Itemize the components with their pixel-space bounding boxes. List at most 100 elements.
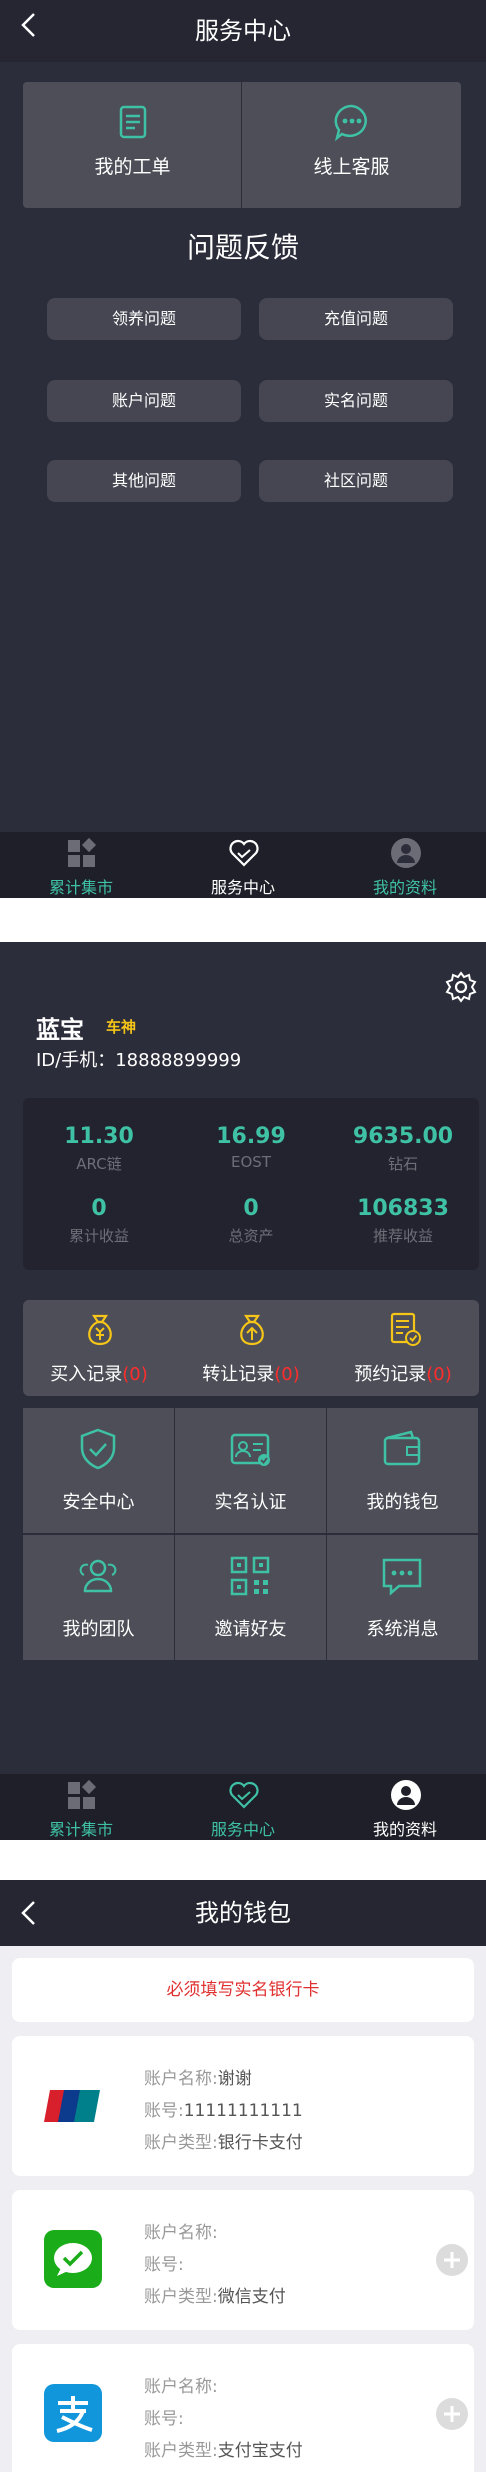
tab-my-profile-label: 我的资料 — [372, 878, 437, 897]
message-icon — [382, 1558, 422, 1596]
account-card-alipay[interactable]: 账户名称: 账号: 账户类型:支付宝支付 — [12, 2344, 474, 2472]
account-type-row: 账户类型:银行卡支付 — [144, 2128, 303, 2153]
tab-service-center-label: 服务中心 — [210, 1820, 275, 1839]
unionpay-logo — [44, 2090, 100, 2122]
tab-market-label: 累计集市 — [48, 878, 113, 897]
heart-service-icon — [229, 839, 259, 867]
page-title: 服务中心 — [195, 17, 291, 45]
stat-value: 9635.00 — [352, 1124, 454, 1149]
feedback-recharge-button[interactable]: 充值问题 — [259, 298, 453, 340]
real-name-auth-label: 实名认证 — [214, 1492, 287, 1513]
tab-my-profile[interactable]: 我的资料 — [324, 1774, 486, 1840]
account-card-wechat[interactable]: 账户名称: 账号: 账户类型:微信支付 — [12, 2190, 474, 2330]
add-circle-icon[interactable] — [436, 2398, 468, 2430]
clipboard-check-icon — [390, 1312, 421, 1346]
assets-stats-card: 11.30 ARC链 16.99 EOST 9635.00 钻石 0 累计收益 … — [23, 1098, 479, 1270]
record-count: (0) — [274, 1364, 300, 1385]
feedback-realname-button[interactable]: 实名问题 — [259, 380, 453, 422]
records-card: 买入记录(0) 转让记录(0) 预约记录(0) — [23, 1300, 479, 1396]
account-type-label: 账户类型: — [144, 2441, 218, 2461]
purchase-records-label: 买入记录(0) — [23, 1360, 175, 1386]
tab-service-center-label: 服务中心 — [210, 878, 275, 897]
my-profile-screen: 蓝宝 车神 ID/手机：18888899999 11.30 ARC链 16.99… — [0, 942, 486, 1840]
stat-value: 16.99 — [216, 1124, 286, 1149]
my-wallet-button[interactable]: 我的钱包 — [327, 1408, 478, 1533]
feedback-community-button[interactable]: 社区问题 — [259, 460, 453, 502]
market-icon — [68, 837, 97, 867]
stat-label: 钻石 — [387, 1155, 418, 1173]
tab-service-center[interactable]: 服务中心 — [162, 832, 324, 898]
feedback-account-button[interactable]: 账户问题 — [47, 380, 241, 422]
account-type-value: 微信支付 — [217, 2287, 286, 2307]
chat-bubble-icon — [334, 104, 367, 142]
bank-card-notice: 必须填写实名银行卡 — [12, 1958, 474, 2022]
stat-value: 106833 — [357, 1196, 449, 1221]
id-card-icon — [230, 1433, 270, 1466]
account-number-label: 账号: — [144, 2101, 184, 2121]
my-wallet-label: 我的钱包 — [366, 1492, 439, 1513]
record-label-text: 买入记录 — [50, 1364, 123, 1385]
shield-check-icon — [80, 1428, 116, 1470]
reservation-records-button[interactable]: 预约记录(0) — [327, 1300, 479, 1396]
team-icon — [79, 1559, 117, 1593]
my-team-button[interactable]: 我的团队 — [23, 1535, 174, 1660]
tab-service-center[interactable]: 服务中心 — [162, 1774, 324, 1840]
account-number-row: 账号:11111111111 — [144, 2096, 303, 2121]
my-tickets-label: 我的工单 — [94, 156, 171, 178]
ticket-icon — [119, 105, 147, 139]
feedback-other-button[interactable]: 其他问题 — [47, 460, 241, 502]
security-center-button[interactable]: 安全中心 — [23, 1408, 174, 1533]
user-icon — [391, 1780, 421, 1810]
account-number-label: 账号: — [144, 2409, 184, 2429]
stat-total-assets: 0 总资产 — [175, 1196, 327, 1246]
account-number-label: 账号: — [144, 2255, 184, 2275]
header-bar: 服务中心 — [0, 0, 486, 62]
account-number-value: 11111111111 — [183, 2101, 303, 2121]
tab-market[interactable]: 累计集市 — [0, 1774, 162, 1840]
account-type-label: 账户类型: — [144, 2133, 218, 2153]
online-support-button[interactable]: 线上客服 — [242, 82, 461, 208]
wallet-icon — [383, 1430, 421, 1466]
invite-friends-label: 邀请好友 — [214, 1619, 287, 1640]
account-number-row: 账号: — [144, 2404, 184, 2429]
bottom-tab-bar: 累计集市 服务中心 我的资料 — [0, 1774, 486, 1840]
feedback-title: 问题反馈 — [186, 231, 299, 264]
bottom-tab-bar: 累计集市 服务中心 我的资料 — [0, 832, 486, 898]
account-number-row: 账号: — [144, 2250, 184, 2275]
my-wallet-screen: 我的钱包 必须填写实名银行卡 账户名称:谢谢 账号:11111111111 账户… — [0, 1880, 486, 2472]
online-support-label: 线上客服 — [313, 156, 390, 178]
account-type-label: 账户类型: — [144, 2287, 218, 2307]
user-name: 蓝宝 — [36, 1016, 84, 1044]
settings-gear-icon[interactable] — [444, 970, 478, 1004]
add-circle-icon[interactable] — [436, 2244, 468, 2276]
account-card-bank[interactable]: 账户名称:谢谢 账号:11111111111 账户类型:银行卡支付 — [12, 2036, 474, 2176]
feedback-adoption-button[interactable]: 领养问题 — [47, 298, 241, 340]
purchase-records-button[interactable]: 买入记录(0) — [23, 1300, 175, 1396]
heart-service-icon — [229, 1781, 259, 1809]
real-name-auth-button[interactable]: 实名认证 — [175, 1408, 326, 1533]
system-messages-label: 系统消息 — [366, 1619, 439, 1640]
qr-code-icon — [230, 1556, 270, 1596]
my-tickets-button[interactable]: 我的工单 — [23, 82, 242, 208]
account-type-value: 支付宝支付 — [217, 2441, 303, 2461]
tab-market[interactable]: 累计集市 — [0, 832, 162, 898]
invite-friends-button[interactable]: 邀请好友 — [175, 1535, 326, 1660]
record-label-text: 转让记录 — [202, 1364, 275, 1385]
user-icon — [391, 838, 421, 868]
header-bar: 我的钱包 — [0, 1880, 486, 1946]
tab-my-profile[interactable]: 我的资料 — [324, 832, 486, 898]
stat-label: ARC链 — [76, 1155, 122, 1173]
account-name-label: 账户名称: — [144, 2223, 218, 2243]
stat-label: 总资产 — [228, 1227, 274, 1245]
account-type-row: 账户类型:支付宝支付 — [144, 2436, 303, 2461]
account-name-label: 账户名称: — [144, 2069, 218, 2089]
system-messages-button[interactable]: 系统消息 — [327, 1535, 478, 1660]
profile-menu-grid: 安全中心 实名认证 我的钱包 我的团队 邀请好友 系统消息 — [23, 1408, 479, 1660]
account-name-row: 账户名称: — [144, 2372, 218, 2397]
money-bag-upload-icon — [240, 1314, 264, 1346]
account-name-value: 谢谢 — [217, 2069, 252, 2089]
transfer-records-button[interactable]: 转让记录(0) — [175, 1300, 327, 1396]
account-type-row: 账户类型:微信支付 — [144, 2282, 286, 2307]
quick-actions-card: 我的工单 线上客服 — [23, 82, 461, 208]
user-id-phone: ID/手机：18888899999 — [36, 1050, 242, 1071]
